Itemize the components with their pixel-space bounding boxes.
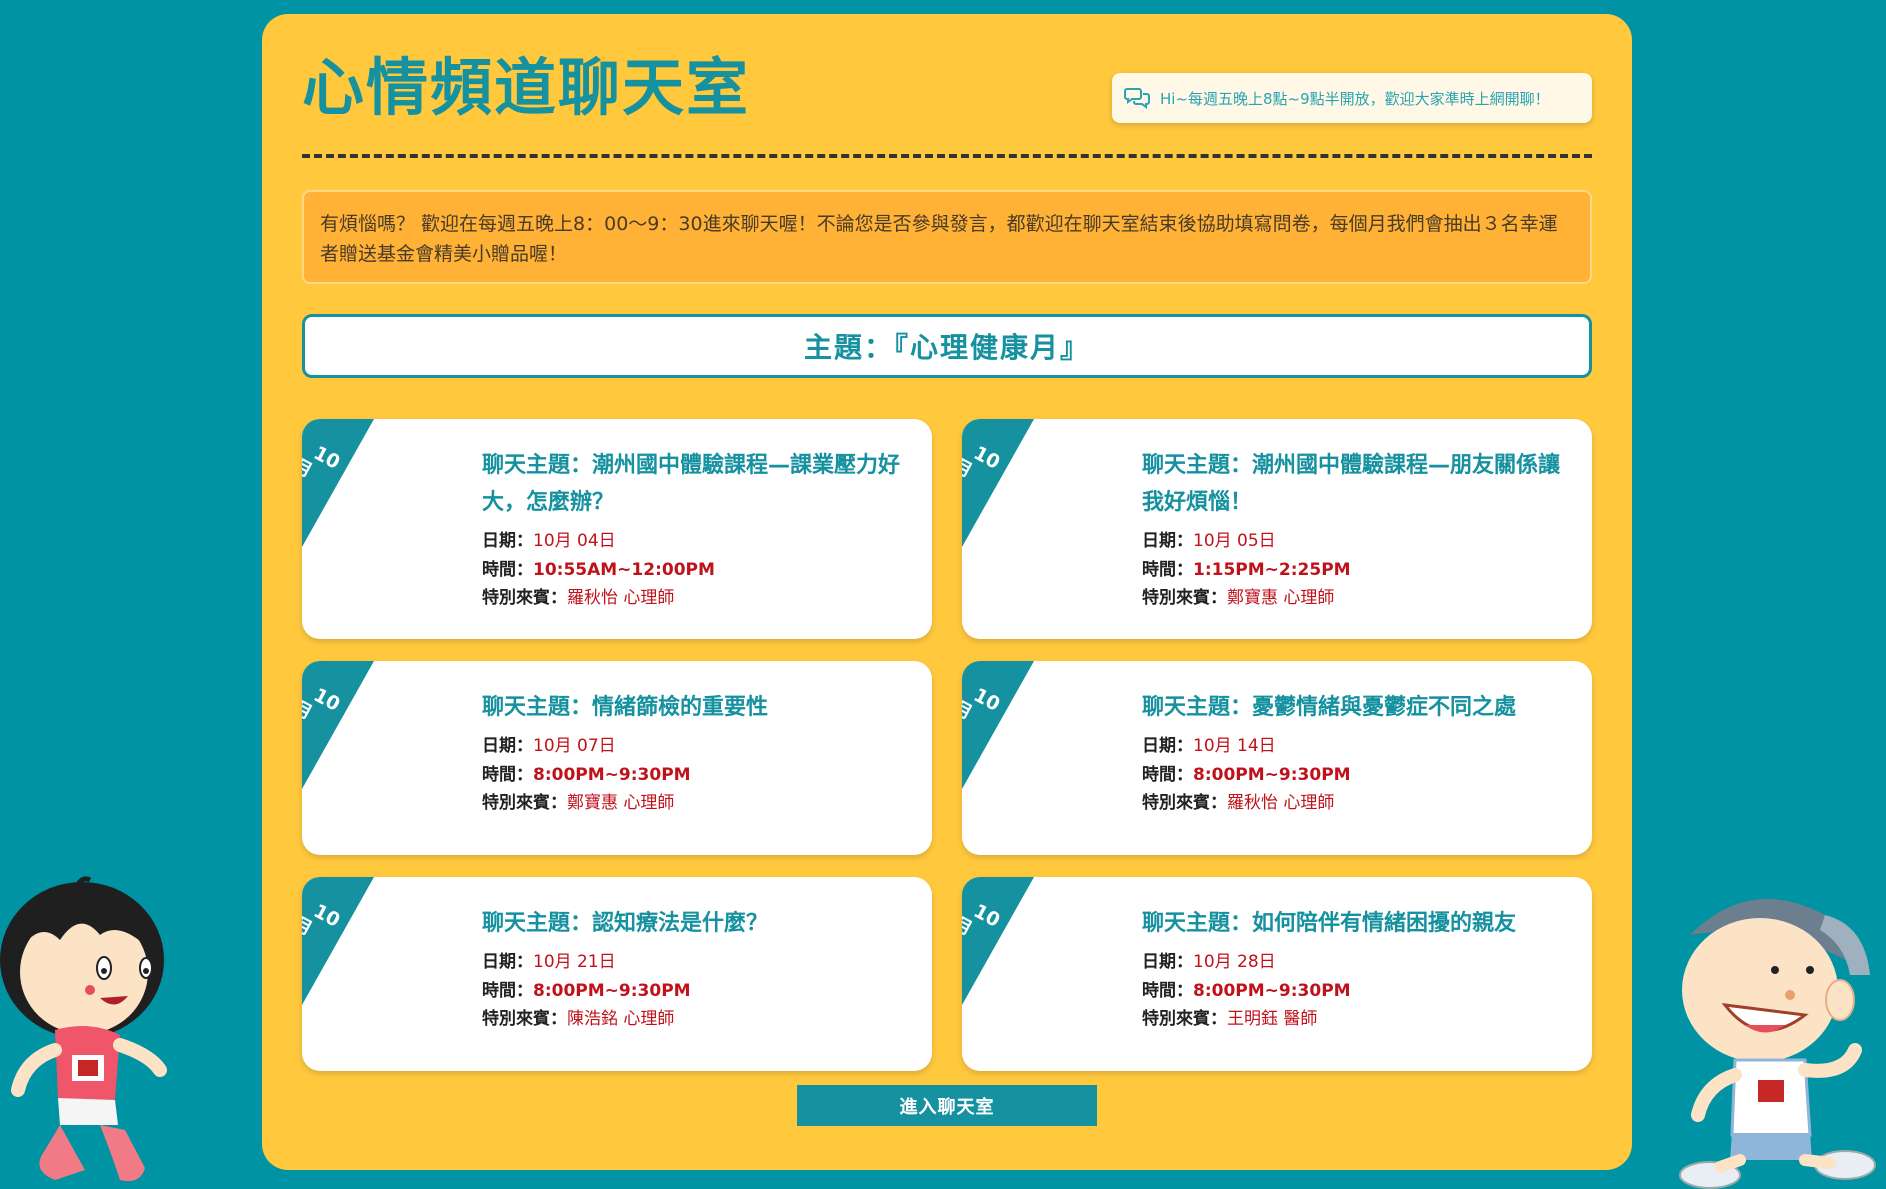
dashed-divider	[302, 154, 1592, 158]
notice-text: Hi~每週五晚上8點~9點半開放，歡迎大家準時上網開聊！	[1160, 89, 1550, 108]
guest-label: 特別來賓：	[1142, 588, 1227, 608]
time-value: 10:55AM~12:00PM	[533, 559, 715, 580]
boy-mascot-illustration	[1679, 899, 1876, 1189]
guest-label: 特別來賓：	[482, 588, 567, 608]
intro-message: 有煩惱嗎？ 歡迎在每週五晚上8：00～9：30進來聊天喔！不論您是否參與發言，都…	[302, 190, 1592, 284]
time-value: 8:00PM~9:30PM	[533, 980, 691, 1001]
guest-label: 特別來賓：	[1142, 1009, 1227, 1029]
session-date: 日期：10月 14日	[1142, 732, 1572, 761]
session-guest: 特別來賓：鄭寶惠 心理師	[482, 789, 912, 818]
guest-value: 羅秋怡 心理師	[1227, 793, 1335, 813]
date-label: 日期：	[482, 952, 533, 972]
time-label: 時間：	[482, 980, 533, 1001]
guest-value: 羅秋怡 心理師	[567, 588, 675, 608]
session-date: 日期：10月 05日	[1142, 527, 1572, 556]
session-guest: 特別來賓：羅秋怡 心理師	[482, 584, 912, 613]
session-card[interactable]: 10 月 聊天主題：潮州國中體驗課程—朋友關係讓我好煩惱！ 日期：10月 05日…	[962, 419, 1592, 639]
monthly-theme: 主題：『心理健康月』	[302, 314, 1592, 378]
page-title: 心情頻道聊天室	[302, 51, 751, 124]
session-time: 時間：10:55AM~12:00PM	[482, 556, 912, 585]
session-guest: 特別來賓：王明鈺 醫師	[1142, 1005, 1572, 1034]
session-date: 日期：10月 21日	[482, 948, 912, 977]
guest-value: 王明鈺 醫師	[1227, 1009, 1318, 1029]
time-label: 時間：	[1142, 764, 1193, 785]
date-label: 日期：	[1142, 736, 1193, 756]
session-title: 聊天主題：潮州國中體驗課程—課業壓力好大，怎麼辦？	[482, 453, 901, 515]
time-label: 時間：	[482, 764, 533, 785]
time-label: 時間：	[482, 559, 533, 580]
session-card[interactable]: 10 月 聊天主題：憂鬱情緒與憂鬱症不同之處 日期：10月 14日 時間：8:0…	[962, 661, 1592, 855]
enter-chatroom-button[interactable]: 進入聊天室	[797, 1085, 1097, 1126]
guest-label: 特別來賓：	[482, 793, 567, 813]
session-guest: 特別來賓：羅秋怡 心理師	[1142, 789, 1572, 818]
opening-hours-notice: Hi~每週五晚上8點~9點半開放，歡迎大家準時上網開聊！	[1112, 73, 1592, 123]
session-guest: 特別來賓：陳浩銘 心理師	[482, 1005, 912, 1034]
time-value: 8:00PM~9:30PM	[533, 764, 691, 785]
time-value: 1:15PM~2:25PM	[1193, 559, 1351, 580]
guest-value: 陳浩銘 心理師	[567, 1009, 675, 1029]
date-value: 10月 21日	[533, 952, 616, 972]
date-label: 日期：	[482, 531, 533, 551]
guest-label: 特別來賓：	[1142, 793, 1227, 813]
session-date: 日期：10月 07日	[482, 732, 912, 761]
session-title: 聊天主題：憂鬱情緒與憂鬱症不同之處	[1142, 695, 1517, 720]
session-time: 時間：8:00PM~9:30PM	[482, 761, 912, 790]
session-title: 聊天主題：情緒篩檢的重要性	[482, 695, 769, 720]
time-label: 時間：	[1142, 559, 1193, 580]
date-label: 日期：	[1142, 952, 1193, 972]
session-time: 時間：8:00PM~9:30PM	[1142, 761, 1572, 790]
guest-value: 鄭寶惠 心理師	[567, 793, 675, 813]
chat-bubbles-icon	[1124, 88, 1150, 109]
chatroom-panel: 心情頻道聊天室 Hi~每週五晚上8點~9點半開放，歡迎大家準時上網開聊！ 有煩惱…	[262, 14, 1632, 1170]
date-value: 10月 07日	[533, 736, 616, 756]
session-guest: 特別來賓：鄭寶惠 心理師	[1142, 584, 1572, 613]
session-time: 時間：1:15PM~2:25PM	[1142, 556, 1572, 585]
date-label: 日期：	[482, 736, 533, 756]
session-card[interactable]: 10 月 聊天主題：情緒篩檢的重要性 日期：10月 07日 時間：8:00PM~…	[302, 661, 932, 855]
session-card[interactable]: 10 月 聊天主題：潮州國中體驗課程—課業壓力好大，怎麼辦？ 日期：10月 04…	[302, 419, 932, 639]
session-list: 10 月 聊天主題：潮州國中體驗課程—課業壓力好大，怎麼辦？ 日期：10月 04…	[302, 419, 1592, 1071]
session-date: 日期：10月 28日	[1142, 948, 1572, 977]
session-title: 聊天主題：潮州國中體驗課程—朋友關係讓我好煩惱！	[1142, 453, 1561, 515]
session-card[interactable]: 10 月 聊天主題：如何陪伴有情緒困擾的親友 日期：10月 28日 時間：8:0…	[962, 877, 1592, 1071]
girl-mascot-illustration	[0, 876, 167, 1182]
session-card[interactable]: 10 月 聊天主題：認知療法是什麼？ 日期：10月 21日 時間：8:00PM~…	[302, 877, 932, 1071]
session-date: 日期：10月 04日	[482, 527, 912, 556]
date-value: 10月 14日	[1193, 736, 1276, 756]
guest-label: 特別來賓：	[482, 1009, 567, 1029]
time-value: 8:00PM~9:30PM	[1193, 764, 1351, 785]
session-title: 聊天主題：認知療法是什麼？	[482, 911, 769, 936]
session-time: 時間：8:00PM~9:30PM	[1142, 977, 1572, 1006]
time-value: 8:00PM~9:30PM	[1193, 980, 1351, 1001]
date-value: 10月 04日	[533, 531, 616, 551]
date-label: 日期：	[1142, 531, 1193, 551]
date-value: 10月 05日	[1193, 531, 1276, 551]
guest-value: 鄭寶惠 心理師	[1227, 588, 1335, 608]
date-value: 10月 28日	[1193, 952, 1276, 972]
session-title: 聊天主題：如何陪伴有情緒困擾的親友	[1142, 911, 1517, 936]
session-time: 時間：8:00PM~9:30PM	[482, 977, 912, 1006]
time-label: 時間：	[1142, 980, 1193, 1001]
